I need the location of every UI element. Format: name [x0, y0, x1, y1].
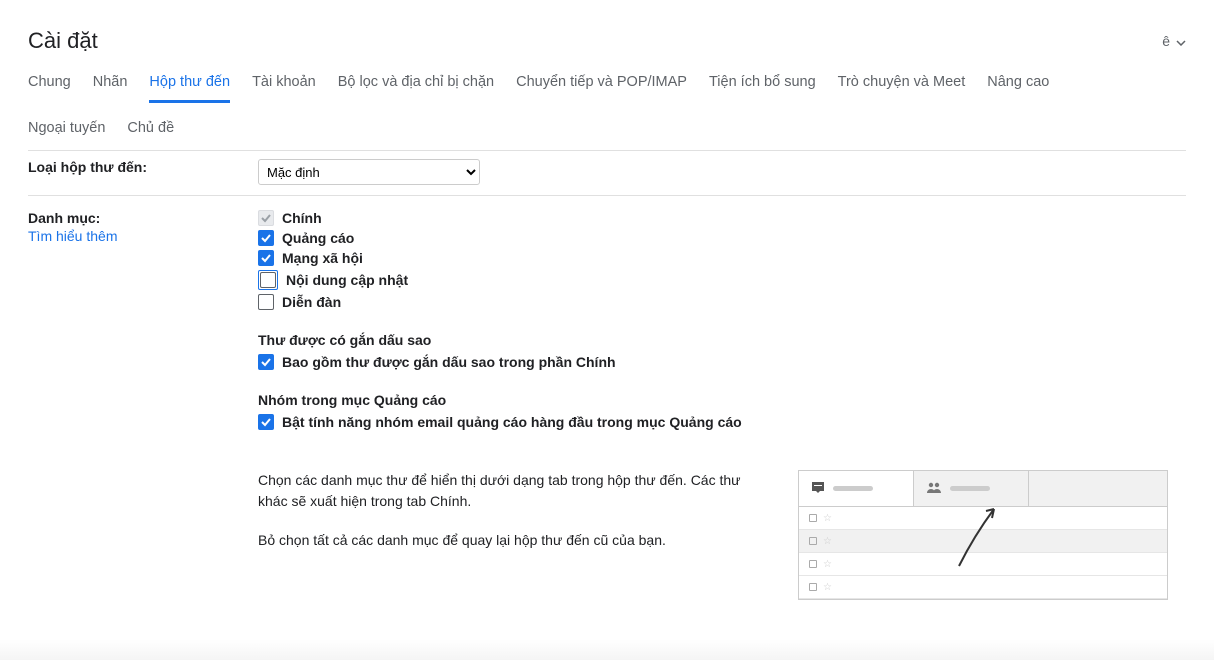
tab-b-l-c-v-a-ch-b-ch-n[interactable]: Bộ lọc và địa chỉ bị chặn [338, 74, 494, 102]
checkbox-enable-bundling[interactable] [258, 414, 274, 430]
tab-tr-chuy-n-v-meet[interactable]: Trò chuyện và Meet [838, 74, 966, 102]
tab-chuy-n-ti-p-v-pop-imap[interactable]: Chuyển tiếp và POP/IMAP [516, 74, 687, 102]
inbox-tabs-diagram: ☆ ☆ ☆ ☆ [798, 470, 1168, 600]
category-label-di-n-n: Diễn đàn [282, 294, 341, 310]
inbox-type-label: Loại hộp thư đến: [28, 159, 147, 175]
checkbox-category-n-i-dung-c-p-nh-t[interactable] [260, 272, 276, 288]
chevron-down-icon [1176, 33, 1186, 49]
tab-chung[interactable]: Chung [28, 74, 71, 102]
checkbox-category-di-n-n[interactable] [258, 294, 274, 310]
inbox-icon [811, 481, 825, 496]
tab-ti-n-ch-b-sung[interactable]: Tiện ích bổ sung [709, 74, 816, 102]
tab-h-p-th-n[interactable]: Hộp thư đến [149, 74, 230, 103]
categories-description-1: Chọn các danh mục thư để hiển thị dưới d… [258, 470, 758, 512]
category-label-n-i-dung-c-p-nh-t: Nội dung cập nhật [286, 272, 408, 288]
bundling-heading: Nhóm trong mục Quảng cáo [258, 392, 1186, 408]
checkbox-include-starred[interactable] [258, 354, 274, 370]
tab-n-ng-cao[interactable]: Nâng cao [987, 74, 1049, 102]
inbox-type-select[interactable]: Mặc định [258, 159, 480, 185]
tab-nh-n[interactable]: Nhãn [93, 74, 128, 102]
input-tools-label: ê [1162, 33, 1170, 49]
tab-ch-[interactable]: Chủ đề [127, 120, 174, 136]
input-tools-button[interactable]: ê [1162, 33, 1186, 49]
learn-more-link[interactable]: Tìm hiểu thêm [28, 228, 258, 244]
enable-bundling-label: Bật tính năng nhóm email quảng cáo hàng … [282, 414, 742, 430]
people-icon [926, 481, 942, 496]
categories-description-2: Bỏ chọn tất cả các danh mục để quay lại … [258, 530, 758, 551]
checkbox-category-m-ng-x-h-i[interactable] [258, 250, 274, 266]
include-starred-label: Bao gồm thư được gắn dấu sao trong phần … [282, 354, 616, 370]
category-label-ch-nh: Chính [282, 210, 322, 226]
checkbox-category-ch-nh [258, 210, 274, 226]
starred-heading: Thư được có gắn dấu sao [258, 332, 1186, 348]
checkbox-category-qu-ng-c-o[interactable] [258, 230, 274, 246]
tab-ngo-i-tuy-n[interactable]: Ngoại tuyến [28, 120, 105, 136]
category-label-qu-ng-c-o: Quảng cáo [282, 230, 354, 246]
categories-label: Danh mục: [28, 210, 100, 226]
category-label-m-ng-x-h-i: Mạng xã hội [282, 250, 363, 266]
page-title: Cài đặt [28, 28, 98, 54]
tab-t-i-kho-n[interactable]: Tài khoản [252, 74, 316, 102]
